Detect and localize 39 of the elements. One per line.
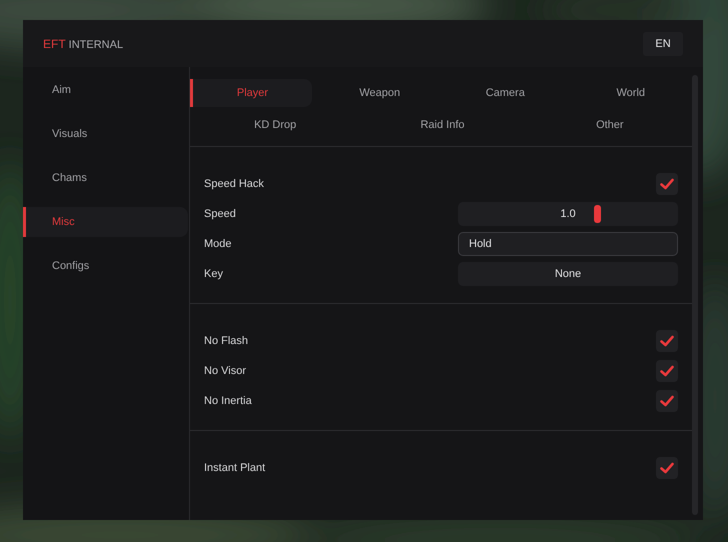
check-icon — [659, 460, 675, 476]
tab[interactable]: Player — [190, 79, 312, 107]
setting-label: No Inertia — [204, 395, 252, 407]
checkbox[interactable] — [656, 330, 678, 352]
tab[interactable]: Camera — [441, 79, 566, 107]
language-button[interactable]: EN — [643, 32, 683, 56]
setting-label: Instant Plant — [204, 462, 266, 474]
slider-value: 1.0 — [560, 208, 576, 220]
sidebar-item[interactable]: Visuals — [23, 119, 188, 149]
app-title: INTERNAL — [68, 38, 124, 50]
tab[interactable]: World — [566, 79, 692, 107]
checkbox[interactable] — [656, 360, 678, 382]
sidebar-item[interactable]: Configs — [23, 251, 188, 281]
brand-name: EFT — [43, 36, 66, 50]
setting-label: No Visor — [204, 365, 246, 377]
checkbox[interactable] — [656, 173, 678, 195]
checkbox[interactable] — [656, 390, 678, 412]
tab[interactable]: Other — [524, 111, 692, 139]
keybind-button[interactable]: None — [458, 262, 678, 286]
sidebar-item[interactable]: Misc — [23, 207, 188, 237]
setting-label: Speed Hack — [204, 178, 264, 190]
sidebar-item[interactable]: Aim — [23, 75, 188, 105]
setting-label: No Flash — [204, 335, 248, 347]
check-icon — [659, 176, 675, 192]
sidebar-item[interactable]: Chams — [23, 163, 188, 193]
check-icon — [659, 333, 675, 349]
checkbox[interactable] — [656, 457, 678, 479]
check-icon — [659, 393, 675, 409]
slider[interactable]: 1.0 — [458, 202, 678, 226]
tab[interactable]: Raid Info — [357, 111, 525, 139]
slider-thumb[interactable] — [594, 205, 602, 223]
setting-label: Mode — [204, 238, 232, 250]
tab[interactable]: KD Drop — [190, 111, 358, 139]
setting-label: Key — [204, 268, 223, 280]
setting-label: Speed — [204, 208, 236, 220]
mode-dropdown[interactable]: Hold — [458, 232, 678, 256]
tab[interactable]: Weapon — [316, 79, 441, 107]
scrollbar[interactable] — [692, 75, 698, 515]
check-icon — [659, 363, 675, 379]
